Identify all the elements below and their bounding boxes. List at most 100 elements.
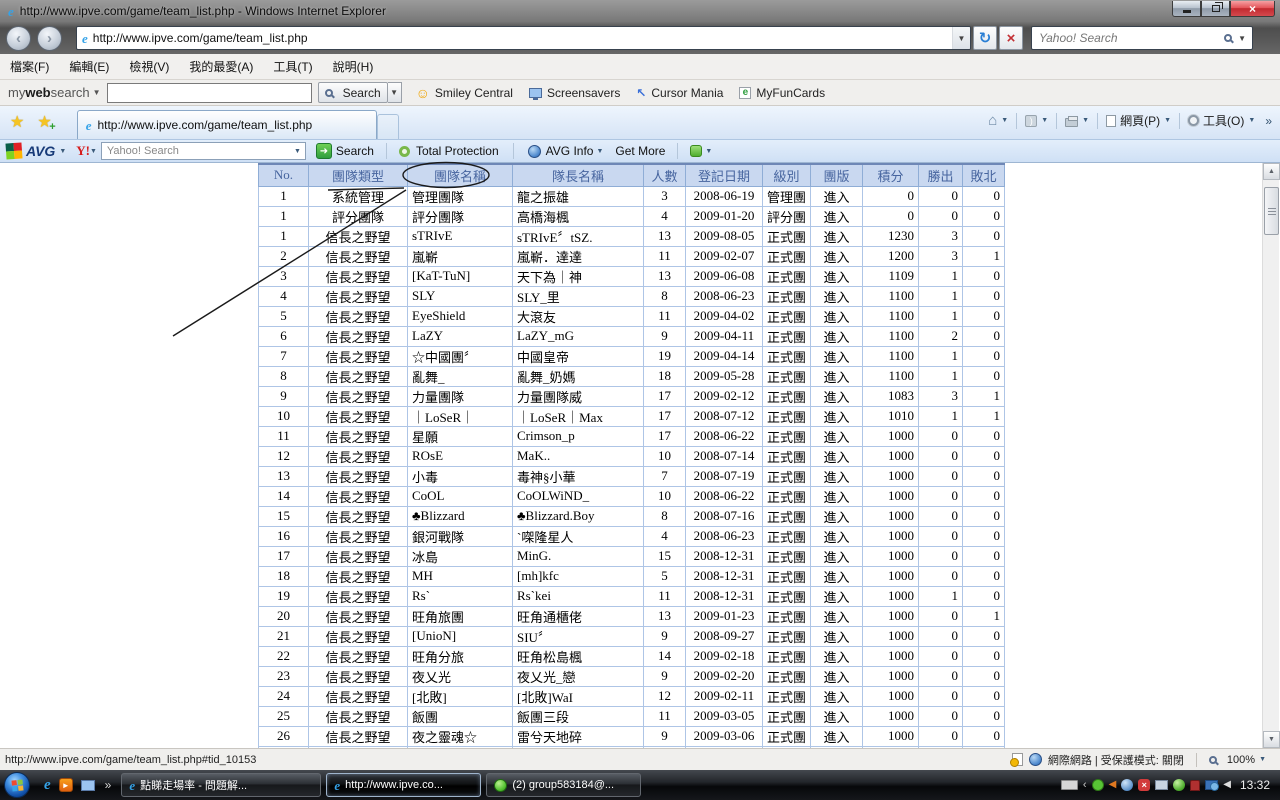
task-button-3[interactable]: (2) group583184@... (486, 773, 641, 797)
team-name-link[interactable]: 管理團隊 (408, 186, 513, 206)
avg-search-button[interactable]: ➜ Search (316, 143, 374, 159)
page-alert-icon[interactable] (1012, 753, 1023, 766)
volume-icon[interactable]: ◀ (1223, 780, 1231, 790)
enter-board-link[interactable]: 進入 (811, 666, 863, 686)
enter-board-link[interactable]: 進入 (811, 706, 863, 726)
team-name-link[interactable]: Rsˋ (408, 586, 513, 606)
team-name-link[interactable]: [KaT-TuN] (408, 266, 513, 286)
team-name-link[interactable]: 星願 (408, 426, 513, 446)
quick-launch-overflow-chevron[interactable]: » (105, 778, 112, 792)
zoom-dropdown-icon[interactable]: ▼ (1259, 756, 1266, 763)
avg-logo-icon[interactable] (5, 142, 22, 159)
avg-search-combo[interactable]: Yahoo! Search ▼ (101, 142, 306, 160)
team-name-link[interactable]: 旺角分旅 (408, 646, 513, 666)
enter-board-link[interactable]: 進入 (811, 486, 863, 506)
enter-board-link[interactable]: 進入 (811, 366, 863, 386)
page-menu-button[interactable]: 網頁(P) (1120, 112, 1160, 129)
enter-board-link[interactable]: 進入 (811, 446, 863, 466)
enter-board-link[interactable]: 進入 (811, 646, 863, 666)
team-name-link[interactable]: CoOL (408, 486, 513, 506)
restore-button[interactable] (1201, 1, 1230, 17)
team-name-link[interactable]: [北敗] (408, 686, 513, 706)
enter-board-link[interactable]: 進入 (811, 526, 863, 546)
search-placeholder[interactable]: Yahoo! Search (1032, 31, 1224, 45)
refresh-button[interactable]: ↻ (973, 26, 997, 50)
close-button[interactable]: × (1230, 1, 1275, 17)
enter-board-link[interactable]: 進入 (811, 466, 863, 486)
task-button-1[interactable]: e點睇走場率 - 問題解... (121, 773, 321, 797)
chevron-collapse-icon[interactable]: ‹ (1083, 779, 1087, 791)
mywebsearch-search-dropdown[interactable]: ▼ (388, 82, 402, 103)
enter-board-link[interactable]: 進入 (811, 266, 863, 286)
keyboard-icon[interactable] (1061, 780, 1078, 790)
globe-tray-icon[interactable] (1121, 779, 1133, 791)
enter-board-link[interactable]: 進入 (811, 306, 863, 326)
team-name-link[interactable]: 力量團隊 (408, 386, 513, 406)
print-dropdown-icon[interactable]: ▼ (1082, 117, 1089, 124)
search-dropdown-icon[interactable]: ▼ (1238, 34, 1252, 43)
team-name-link[interactable]: SLY (408, 286, 513, 306)
team-name-link[interactable]: 嵐嶄 (408, 246, 513, 266)
home-icon[interactable]: ⌂ (988, 113, 997, 128)
task-button-2[interactable]: ehttp://www.ipve.co... (326, 773, 481, 797)
team-name-link[interactable]: 夜乂光 (408, 666, 513, 686)
network-icon[interactable] (1205, 780, 1218, 790)
page-menu-icon[interactable] (1106, 115, 1116, 127)
mywebsearch-input[interactable] (107, 83, 312, 103)
avg-search-dropdown-icon[interactable]: ▼ (294, 148, 305, 155)
menu-item-4[interactable]: 工具(T) (263, 54, 322, 79)
team-name-link[interactable]: LaZY (408, 326, 513, 346)
team-name-link[interactable]: 銀河戰隊 (408, 526, 513, 546)
mywebsearch-link[interactable]: ↖Cursor Mania (636, 86, 723, 100)
mywebsearch-dropdown-icon[interactable]: ▼ (93, 88, 101, 97)
team-name-link[interactable]: 評分團隊 (408, 206, 513, 226)
instant-search-box[interactable]: Yahoo! Search ▼ (1031, 26, 1253, 50)
menu-item-3[interactable]: 我的最愛(A) (179, 54, 263, 79)
avg-info-button[interactable]: AVG Info (546, 144, 594, 158)
show-desktop-icon[interactable] (81, 780, 95, 791)
get-more-button[interactable]: Get More (615, 144, 665, 158)
enter-board-link[interactable]: 進入 (811, 566, 863, 586)
quick-launch-ie-icon[interactable]: e (44, 778, 51, 793)
team-name-link[interactable]: ♣Blizzard (408, 506, 513, 526)
clock[interactable]: 13:32 (1240, 778, 1270, 792)
enter-board-link[interactable]: 進入 (811, 506, 863, 526)
enter-board-link[interactable]: 進入 (811, 546, 863, 566)
menu-item-2[interactable]: 檢視(V) (119, 54, 179, 79)
rss-feeds-icon[interactable]: ) (1025, 115, 1037, 127)
messenger-tray-icon[interactable] (1092, 779, 1104, 791)
volume-muted-icon[interactable]: ◀ (1109, 780, 1117, 790)
enter-board-link[interactable]: 進入 (811, 346, 863, 366)
vertical-scrollbar[interactable]: ▲ ▼ (1262, 163, 1279, 748)
home-dropdown-icon[interactable]: ▼ (1001, 117, 1008, 124)
add-favorite-icon[interactable]: ★ (37, 115, 51, 131)
team-name-link[interactable]: ☆中國團〞 (408, 346, 513, 366)
enter-board-link[interactable]: 進入 (811, 686, 863, 706)
team-name-link[interactable]: 亂舞_ (408, 366, 513, 386)
search-icon[interactable] (1224, 34, 1232, 42)
total-protection-button[interactable]: Total Protection (416, 144, 499, 158)
enter-board-link[interactable]: 進入 (811, 606, 863, 626)
back-button[interactable]: ‹ (6, 26, 31, 51)
enter-board-link[interactable]: 進入 (811, 206, 863, 226)
address-url[interactable]: http://www.ipve.com/game/team_list.php (93, 31, 308, 45)
menu-item-0[interactable]: 檔案(F) (0, 54, 59, 79)
enter-board-link[interactable]: 進入 (811, 406, 863, 426)
enter-board-link[interactable]: 進入 (811, 246, 863, 266)
start-button[interactable] (4, 772, 30, 798)
menu-item-5[interactable]: 說明(H) (323, 54, 384, 79)
team-name-link[interactable]: 冰島 (408, 546, 513, 566)
mywebsearch-link[interactable]: Screensavers (529, 86, 620, 100)
enter-board-link[interactable]: 進入 (811, 586, 863, 606)
menu-item-1[interactable]: 編輯(E) (59, 54, 119, 79)
quick-launch-media-icon[interactable]: ► (59, 778, 73, 792)
scroll-up-icon[interactable]: ▲ (1263, 163, 1280, 180)
scroll-down-icon[interactable]: ▼ (1263, 731, 1280, 748)
enter-board-link[interactable]: 進入 (811, 186, 863, 206)
team-name-link[interactable]: 旺角旅團 (408, 606, 513, 626)
avg-extra-icon[interactable] (690, 145, 702, 157)
favorites-center-icon[interactable]: ★ (10, 115, 24, 131)
toolbar-overflow-chevron[interactable]: » (1265, 114, 1272, 128)
enter-board-link[interactable]: 進入 (811, 386, 863, 406)
avg-dropdown-icon[interactable]: ▼ (59, 148, 66, 155)
